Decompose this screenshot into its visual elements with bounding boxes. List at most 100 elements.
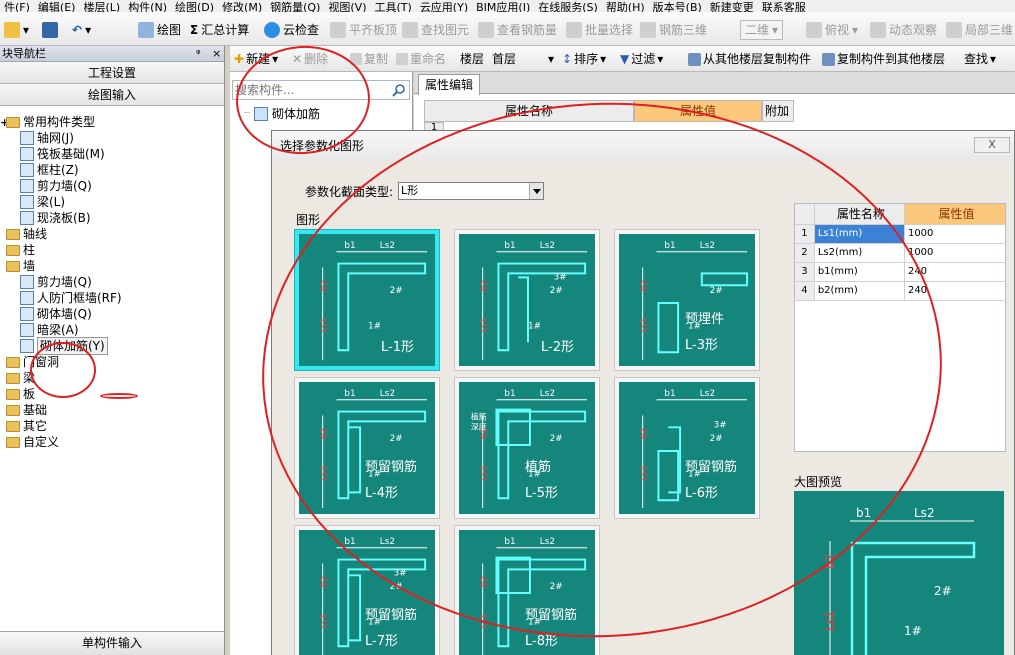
dynamic-view-button[interactable]: 动态观察 xyxy=(870,20,937,40)
copy-from-floor-icon xyxy=(688,52,701,66)
new-button[interactable]: ✚ 新建 ▾ xyxy=(234,50,278,68)
svg-text:b2: b2 xyxy=(823,554,837,569)
open-button[interactable]: ▾ xyxy=(4,20,29,40)
search-input[interactable] xyxy=(233,81,383,99)
menu-item[interactable]: 联系客服 xyxy=(758,2,810,13)
save-button[interactable] xyxy=(42,20,58,40)
flush-slab-button[interactable]: 平齐板顶 xyxy=(330,20,397,40)
menu-item[interactable]: BIM应用(I) xyxy=(472,2,534,13)
menu-item[interactable]: 件(F) xyxy=(0,2,34,13)
tree-folder[interactable]: 梁 xyxy=(6,370,35,386)
tree-folder[interactable]: 轴线 xyxy=(6,226,47,242)
undo-icon: ↶ xyxy=(72,23,83,37)
shape-option[interactable]: b1 Ls2 b2 Ls1 2# 1# 预留钢筋 L-8形 xyxy=(454,525,600,655)
search-icon[interactable] xyxy=(392,83,406,97)
find-element-button[interactable]: 查找图元 xyxy=(402,20,469,40)
tab-property-edit[interactable]: 属性编辑 xyxy=(418,74,481,95)
tree-item[interactable]: 框柱(Z) xyxy=(20,162,79,178)
single-input-button[interactable]: 单构件输入 xyxy=(0,631,224,655)
undo-button[interactable]: ↶ ▾ xyxy=(72,20,91,40)
tree-item[interactable]: 剪力墙(Q) xyxy=(20,274,92,290)
delete-button[interactable]: ✕ 删除 xyxy=(292,50,328,68)
svg-text:植筋: 植筋 xyxy=(471,411,487,421)
copy-button[interactable]: 复制 xyxy=(350,50,388,68)
view-mode-select[interactable]: 二维 ▾ xyxy=(740,20,784,40)
view-rebar-button[interactable]: 查看钢筋量 xyxy=(478,20,557,40)
batch-select-button[interactable]: 批量选择 xyxy=(566,20,633,40)
view-angle-button[interactable]: 俯视 ▾ xyxy=(806,20,858,40)
shape-option[interactable]: b1 Ls2 b2 Ls1 2# 1# 3# 预留钢筋 L-7形 xyxy=(294,525,440,655)
tree-folder[interactable]: 基础 xyxy=(6,402,47,418)
drawing-input-button[interactable]: 绘图输入 xyxy=(0,84,224,106)
sum-button[interactable]: Σ 汇总计算 xyxy=(190,20,249,40)
copy-icon xyxy=(350,53,362,65)
tree-item[interactable]: 砌体加筋(Y) xyxy=(20,337,108,355)
chevron-down-icon xyxy=(529,183,543,199)
close-button[interactable]: X xyxy=(974,137,1010,153)
new-icon: ✚ xyxy=(234,52,245,66)
tree-item[interactable]: 人防门框墙(RF) xyxy=(20,290,122,306)
menu-item[interactable]: 版本号(B) xyxy=(649,2,706,13)
cloud-check-button[interactable]: 云检查 xyxy=(264,20,319,40)
menu-item[interactable]: 修改(M) xyxy=(218,2,266,13)
list-item[interactable]: ┄ 砌体加筋 xyxy=(244,105,320,123)
shape-option[interactable]: b1 Ls2 b2 Ls1 2# 1# 预埋件 L-3形 xyxy=(614,229,760,371)
find-button[interactable]: 查找 ▾ xyxy=(964,50,996,68)
component-icon xyxy=(20,339,34,353)
shape-option[interactable]: b1 Ls2 b2 Ls1 2# 1# 3# 预留钢筋 L-6形 xyxy=(614,377,760,519)
tab-bar: 属性编辑 xyxy=(414,72,1015,95)
menu-item[interactable]: 在线服务(S) xyxy=(534,2,602,13)
menu-item[interactable]: 新建变更 xyxy=(706,2,758,13)
table-row[interactable]: 3 b1(mm) 240 xyxy=(795,263,1005,282)
menu-item[interactable]: 钢筋量(Q) xyxy=(266,2,324,13)
svg-text:2#: 2# xyxy=(550,434,563,444)
menu-item[interactable]: 绘图(D) xyxy=(171,2,218,13)
menu-item[interactable]: 编辑(E) xyxy=(34,2,80,13)
tree-item[interactable]: 暗梁(A) xyxy=(20,322,79,338)
table-row[interactable]: 2 Ls2(mm) 1000 xyxy=(795,244,1005,263)
menu-item[interactable]: 工具(T) xyxy=(371,2,416,13)
shape-option[interactable]: b1 Ls2 b2 Ls1 2# 1# 3# L-2形 xyxy=(454,229,600,371)
tree-item[interactable]: 梁(L) xyxy=(20,194,65,210)
close-icon[interactable]: × xyxy=(212,46,221,62)
pin-icon[interactable]: ᵠ xyxy=(196,46,201,62)
menu-item[interactable]: 帮助(H) xyxy=(602,2,649,13)
svg-text:1#: 1# xyxy=(904,624,922,638)
rename-button[interactable]: 重命名 xyxy=(396,50,446,68)
menu-item[interactable]: 构件(N) xyxy=(124,2,171,13)
tree-folder[interactable]: 常用构件类型 xyxy=(6,114,95,130)
copy-to-floor-button[interactable]: 复制构件到其他楼层 xyxy=(822,50,945,68)
rebar-3d-button[interactable]: 钢筋三维 xyxy=(640,20,707,40)
shape-option[interactable]: b1 Ls2 b2 Ls1 2# 1# L-1形 xyxy=(294,229,440,371)
menu-item[interactable]: 云应用(Y) xyxy=(416,2,472,13)
tree-folder[interactable]: 柱 xyxy=(6,242,35,258)
tree-folder[interactable]: 板 xyxy=(6,386,35,402)
table-row[interactable]: 4 b2(mm) 240 xyxy=(795,282,1005,301)
table-row[interactable]: 1 Ls1(mm) 1000 xyxy=(795,225,1005,244)
menu-item[interactable]: 视图(V) xyxy=(324,2,370,13)
tree-item[interactable]: 剪力墙(Q) xyxy=(20,178,92,194)
tree-item[interactable]: 砌体墙(Q) xyxy=(20,306,92,322)
tree-item[interactable]: 现浇板(B) xyxy=(20,210,91,226)
svg-text:Ls2: Ls2 xyxy=(700,389,715,399)
local-3d-button[interactable]: 局部三维 xyxy=(946,20,1013,40)
tree-folder[interactable]: 墙 xyxy=(6,258,35,274)
shape-option[interactable]: b1 Ls2 b2 Ls1 2# 1# 植筋 深度 植筋 L-5形 xyxy=(454,377,600,519)
floor-select[interactable]: 首层 ▾ xyxy=(492,50,554,68)
project-settings-button[interactable]: 工程设置 xyxy=(0,62,224,84)
tree-folder[interactable]: 门窗洞 xyxy=(6,354,59,370)
tree-folder[interactable]: 其它 xyxy=(6,418,47,434)
svg-text:2#: 2# xyxy=(390,434,403,444)
svg-text:Ls1: Ls1 xyxy=(480,317,490,332)
copy-from-floor-button[interactable]: 从其他楼层复制构件 xyxy=(688,50,811,68)
sort-button[interactable]: ↕ 排序 ▾ xyxy=(562,50,606,68)
menu-item[interactable]: 楼层(L) xyxy=(79,2,124,13)
section-type-select[interactable]: L形 xyxy=(398,182,544,200)
tree-item[interactable]: 轴网(J) xyxy=(20,130,74,146)
filter-button[interactable]: ▼ 过滤 ▾ xyxy=(620,50,663,68)
draw-button[interactable]: 绘图 xyxy=(138,20,181,40)
tree-item[interactable]: 筏板基础(M) xyxy=(20,146,105,162)
shape-option[interactable]: b1 Ls2 b2 Ls1 2# 1# 预留钢筋 L-4形 xyxy=(294,377,440,519)
dynamic-view-icon xyxy=(870,22,886,38)
tree-folder[interactable]: 自定义 xyxy=(6,434,59,450)
